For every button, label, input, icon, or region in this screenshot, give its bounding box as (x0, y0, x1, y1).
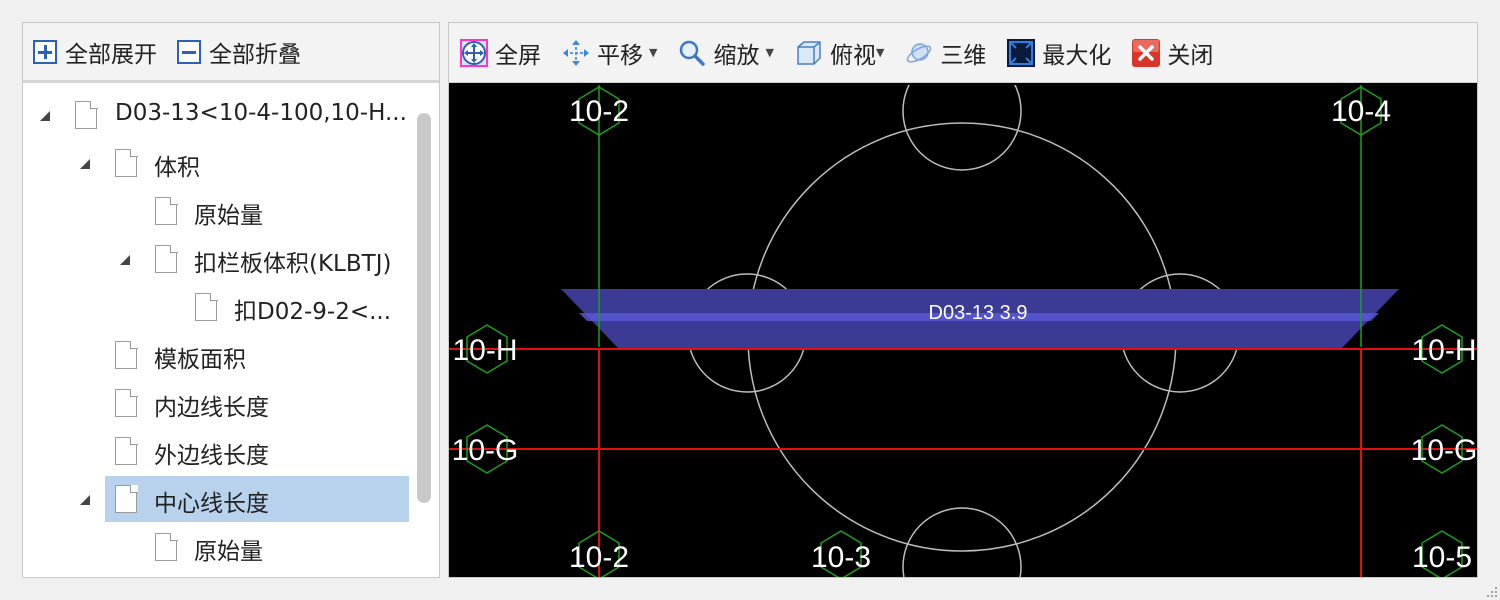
axis-label-bottom: 10-5 (1412, 541, 1472, 574)
pan-button[interactable]: 平移 ▼ (561, 36, 657, 70)
collapse-all-label: 全部折叠 (209, 41, 301, 68)
tree-node-label: 内边线长度 (154, 395, 269, 421)
maximize-button[interactable]: 最大化 (1006, 36, 1111, 70)
tree-node[interactable]: 原始量 (23, 524, 409, 570)
document-icon (195, 292, 218, 321)
view-toolbar: 全屏 平移 ▼ 缩放 ▼ 俯视 ▼ 三维 最大化 关闭 (449, 23, 1477, 83)
tree-node-label: 扣D02-9-2<... (234, 299, 392, 325)
tree-node[interactable]: D03-13<10-4-100,10-H... (23, 92, 409, 138)
tree-node-label: 原始量 (194, 539, 263, 565)
close-label: 关闭 (1167, 42, 1214, 69)
top-view-button[interactable]: 俯视 ▼ (794, 36, 884, 70)
tree-node[interactable]: 扣栏板体积(KLBTJ) (23, 236, 409, 282)
cube-icon (797, 40, 821, 65)
3d-view-label: 三维 (940, 42, 987, 69)
drawing-canvas[interactable]: D03-13 3.9 10-2 10-4 10-H 10-H 10-G 10-G… (449, 85, 1477, 577)
tree-node[interactable]: 内边线长度 (23, 380, 409, 426)
axis-label-top: 10-4 (1331, 95, 1391, 128)
expand-triangle-icon[interactable] (40, 111, 50, 121)
document-icon (155, 244, 178, 273)
resize-grip-icon[interactable] (1484, 584, 1498, 598)
axis-label-right: 10-H (1411, 334, 1476, 367)
document-icon (75, 100, 98, 129)
tree-node-label: 扣栏板体积(KLBTJ) (194, 251, 392, 277)
axis-label-bottom: 10-3 (811, 541, 871, 574)
axis-label-right: 10-G (1411, 434, 1477, 467)
zoom-label: 缩放 (713, 42, 760, 69)
axis-label-left: 10-H (452, 334, 517, 367)
axis-label-top: 10-2 (569, 95, 629, 128)
close-button[interactable]: 关闭 (1131, 36, 1213, 70)
pan-label: 平移 (597, 42, 643, 69)
beam-element-label: D03-13 3.9 (929, 302, 1028, 324)
document-icon (115, 388, 138, 417)
tree-node-label: 外边线长度 (154, 443, 269, 469)
tree-node[interactable]: 外边线长度 (23, 428, 409, 474)
axis-label-left: 10-G (452, 434, 519, 467)
document-icon (115, 484, 138, 513)
dropdown-caret-icon[interactable]: ▼ (649, 46, 657, 59)
top-view-label: 俯视 (829, 42, 876, 69)
fullscreen-button[interactable]: 全屏 (459, 36, 541, 70)
document-icon (115, 148, 138, 177)
fullscreen-icon (460, 38, 488, 67)
tree-scrollbar[interactable] (417, 113, 431, 503)
document-icon (115, 340, 138, 369)
document-icon (115, 436, 138, 465)
graphics-view-panel: 全屏 平移 ▼ 缩放 ▼ 俯视 ▼ 三维 最大化 关闭 D03-13 3.9 1… (448, 22, 1478, 578)
maximize-icon (1007, 38, 1036, 67)
tree-node-selected[interactable]: 中心线长度 (23, 476, 409, 522)
close-icon (1132, 38, 1161, 67)
plus-icon (33, 39, 57, 64)
tree-node[interactable]: 原始量 (23, 188, 409, 234)
expand-all-button[interactable]: 全部展开 (33, 35, 157, 69)
tree-node-label: 模板面积 (154, 347, 246, 373)
expand-triangle-icon[interactable] (80, 159, 90, 169)
fullscreen-label: 全屏 (495, 42, 541, 69)
document-icon (155, 532, 178, 561)
tree-node-label: 原始量 (194, 203, 263, 229)
calculation-tree: D03-13<10-4-100,10-H... 体积 原始量 扣栏板体积(KLB… (23, 83, 439, 573)
tree-node-label: D03-13<10-4-100,10-H... (115, 100, 407, 126)
expand-triangle-icon[interactable] (120, 255, 130, 265)
tree-node[interactable]: 模板面积 (23, 332, 409, 378)
minus-icon (177, 39, 201, 64)
maximize-label: 最大化 (1042, 42, 1112, 69)
3d-orbit-icon (907, 42, 932, 63)
drawing-svg[interactable]: D03-13 3.9 10-2 10-4 10-H 10-H 10-G 10-G… (449, 85, 1477, 577)
expand-triangle-icon[interactable] (80, 495, 90, 505)
magnifier-icon (680, 40, 706, 66)
zoom-button[interactable]: 缩放 ▼ (677, 36, 774, 70)
expand-all-label: 全部展开 (65, 41, 157, 68)
tree-panel: 全部展开 全部折叠 D03-13<10-4-100,10-H... 体积 原始量 (22, 22, 440, 578)
tree-node-label: 中心线长度 (154, 491, 269, 517)
dropdown-caret-icon[interactable]: ▼ (876, 46, 884, 59)
tree-node-label: 体积 (154, 155, 200, 181)
collapse-all-button[interactable]: 全部折叠 (177, 35, 301, 69)
axis-label-bottom: 10-2 (569, 541, 629, 574)
document-icon (155, 196, 178, 225)
tree-toolbar: 全部展开 全部折叠 (23, 23, 439, 83)
tree-node[interactable]: 扣D02-9-2<... (23, 284, 409, 330)
tree-node[interactable]: 体积 (23, 140, 409, 186)
dropdown-caret-icon[interactable]: ▼ (765, 46, 773, 59)
3d-view-button[interactable]: 三维 (904, 36, 986, 70)
pan-icon (563, 39, 589, 66)
